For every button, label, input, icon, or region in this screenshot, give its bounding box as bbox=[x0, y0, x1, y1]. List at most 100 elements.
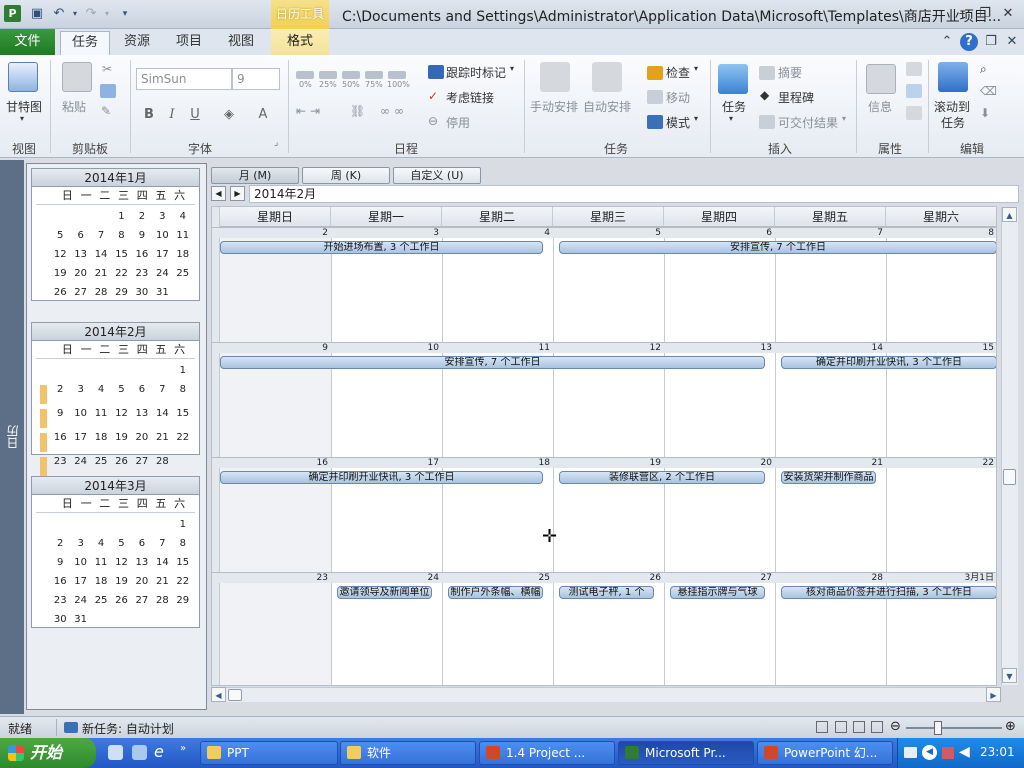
day-number[interactable]: 16 bbox=[220, 458, 331, 468]
taskbar-software-folder[interactable]: 软件 bbox=[340, 741, 476, 765]
zoom-50-icon[interactable] bbox=[342, 71, 360, 79]
day-number[interactable]: 3月1日 bbox=[886, 573, 996, 583]
inspect-icon[interactable] bbox=[647, 66, 663, 80]
mini-calendar-day[interactable]: 13 bbox=[132, 404, 152, 423]
inspect-label[interactable]: 检查 bbox=[666, 64, 690, 81]
mini-calendar-day[interactable]: 2 bbox=[50, 380, 70, 399]
new-task-mode-label[interactable]: 新任务: 自动计划 bbox=[82, 720, 174, 737]
mini-calendar-day[interactable]: 2 bbox=[132, 207, 152, 226]
gantt-dropdown-icon[interactable]: ▾ bbox=[20, 114, 24, 123]
clear-icon[interactable]: ⌫ bbox=[980, 84, 997, 98]
track-marker-label[interactable]: 跟踪时标记 bbox=[446, 64, 506, 81]
day-number[interactable]: 18 bbox=[442, 458, 553, 468]
tray-expand-icon[interactable]: ◀ bbox=[922, 745, 937, 760]
day-number[interactable]: 2 bbox=[220, 228, 331, 238]
day-number[interactable]: 7 bbox=[775, 228, 886, 238]
vertical-scroll-thumb[interactable] bbox=[1003, 469, 1016, 485]
task-bar[interactable]: 悬挂指示牌与气球 bbox=[670, 586, 765, 599]
day-number[interactable]: 21 bbox=[775, 458, 886, 468]
day-number[interactable]: 20 bbox=[664, 458, 775, 468]
mini-calendar-day[interactable]: 24 bbox=[152, 264, 172, 283]
tab-file[interactable]: 文件 bbox=[0, 29, 55, 55]
horizontal-scroll-thumb[interactable] bbox=[228, 689, 242, 701]
day-number[interactable]: 11 bbox=[442, 343, 553, 353]
mini-calendar-day[interactable]: 27 bbox=[70, 283, 90, 302]
mini-calendar-day[interactable]: 27 bbox=[132, 591, 152, 610]
mini-calendar-day[interactable]: 13 bbox=[70, 245, 90, 264]
scroll-to-task-label-line2[interactable]: 任务 bbox=[941, 114, 965, 131]
mini-calendar-day[interactable]: 24 bbox=[70, 452, 90, 471]
format-painter-icon[interactable]: ✎ bbox=[101, 104, 111, 118]
mini-calendar-day[interactable]: 8 bbox=[173, 534, 193, 553]
mini-calendar-day[interactable]: 7 bbox=[152, 380, 172, 399]
mini-calendar-day[interactable]: 9 bbox=[132, 226, 152, 245]
zoom-25-icon[interactable] bbox=[319, 71, 337, 79]
mini-calendar-day[interactable]: 16 bbox=[50, 572, 70, 591]
scroll-right-icon[interactable]: ▶ bbox=[986, 687, 1001, 702]
milestone-icon[interactable]: ◆ bbox=[760, 88, 769, 102]
mini-calendar-day[interactable]: 7 bbox=[91, 226, 111, 245]
keyboard-icon[interactable] bbox=[904, 747, 917, 758]
manual-schedule-label[interactable]: 手动安排 bbox=[530, 98, 578, 115]
mini-calendar-day[interactable]: 15 bbox=[173, 404, 193, 423]
mini-calendar-day[interactable]: 9 bbox=[50, 404, 70, 423]
day-number[interactable]: 9 bbox=[220, 343, 331, 353]
clock[interactable]: 23:01 bbox=[980, 745, 1015, 759]
mini-calendar-day[interactable]: 18 bbox=[91, 428, 111, 447]
track-dropdown-icon[interactable]: ▾ bbox=[510, 64, 514, 73]
auto-schedule-label[interactable]: 自动安排 bbox=[583, 98, 631, 115]
mini-calendar-day[interactable]: 15 bbox=[173, 553, 193, 572]
mini-calendar-day[interactable]: 25 bbox=[173, 264, 193, 283]
mini-calendar-day[interactable]: 23 bbox=[132, 264, 152, 283]
day-number[interactable]: 6 bbox=[664, 228, 775, 238]
day-number[interactable]: 26 bbox=[553, 573, 664, 583]
collapse-ribbon-icon[interactable]: ⌃ bbox=[938, 33, 956, 51]
zoom-slider-thumb[interactable] bbox=[934, 721, 942, 735]
close-icon[interactable]: ✕ bbox=[998, 4, 1018, 24]
find-icon[interactable]: ⌕ bbox=[980, 62, 987, 77]
previous-month-icon[interactable]: ◀ bbox=[211, 186, 226, 201]
scroll-to-task-icon[interactable] bbox=[938, 62, 968, 92]
mini-calendar-day[interactable]: 8 bbox=[173, 380, 193, 399]
bold-icon[interactable]: B bbox=[140, 106, 158, 124]
mini-calendar-day[interactable]: 14 bbox=[152, 553, 172, 572]
mode-label[interactable]: 模式 bbox=[666, 114, 690, 131]
mini-calendar-day[interactable]: 17 bbox=[152, 245, 172, 264]
paste-icon[interactable] bbox=[62, 62, 92, 92]
mini-calendar-day[interactable]: 3 bbox=[70, 380, 90, 399]
mini-calendar-day[interactable]: 23 bbox=[50, 452, 70, 471]
zoom-100-icon[interactable] bbox=[388, 71, 406, 79]
mini-calendar-day[interactable]: 26 bbox=[111, 452, 131, 471]
milestone-label[interactable]: 里程碑 bbox=[778, 89, 814, 106]
day-number[interactable]: 23 bbox=[220, 573, 331, 583]
zoom-0-icon[interactable] bbox=[296, 71, 314, 79]
respect-links-label[interactable]: 考虑链接 bbox=[446, 89, 494, 106]
day-number[interactable]: 27 bbox=[664, 573, 775, 583]
mini-calendar-day[interactable]: 3 bbox=[70, 534, 90, 553]
quicklaunch-more-icon[interactable]: » bbox=[180, 743, 186, 754]
tab-resource[interactable]: 资源 bbox=[114, 31, 160, 55]
day-number[interactable]: 3 bbox=[331, 228, 442, 238]
mini-calendar-day[interactable]: 26 bbox=[50, 283, 70, 302]
mini-calendar-day[interactable]: 6 bbox=[132, 534, 152, 553]
mini-calendar-day[interactable]: 16 bbox=[50, 428, 70, 447]
mini-calendar-day[interactable]: 11 bbox=[91, 404, 111, 423]
mini-calendar-day[interactable]: 5 bbox=[111, 534, 131, 553]
inactivate-label[interactable]: 停用 bbox=[446, 114, 470, 131]
mini-calendar-day[interactable]: 23 bbox=[50, 591, 70, 610]
gantt-chart-icon[interactable] bbox=[8, 62, 38, 92]
mini-calendar-day[interactable]: 14 bbox=[152, 404, 172, 423]
vertical-scrollbar[interactable]: ▲ ▼ bbox=[1001, 207, 1018, 685]
mini-calendar-day[interactable]: 6 bbox=[70, 226, 90, 245]
mini-calendar-day[interactable]: 29 bbox=[173, 591, 193, 610]
mini-calendar-day[interactable]: 12 bbox=[111, 553, 131, 572]
month-view-button[interactable]: 月 (M) bbox=[211, 167, 299, 184]
notes-icon[interactable] bbox=[906, 62, 922, 76]
mini-calendar-day[interactable]: 18 bbox=[173, 245, 193, 264]
mini-calendar-day[interactable]: 16 bbox=[132, 245, 152, 264]
task-bar[interactable]: 安排宣传, 7 个工作日 bbox=[220, 356, 765, 369]
quicklaunch-app-icon[interactable] bbox=[132, 745, 147, 760]
underline-icon[interactable]: U bbox=[186, 106, 204, 124]
day-number[interactable]: 10 bbox=[331, 343, 442, 353]
tab-format[interactable]: 格式 bbox=[271, 29, 329, 55]
